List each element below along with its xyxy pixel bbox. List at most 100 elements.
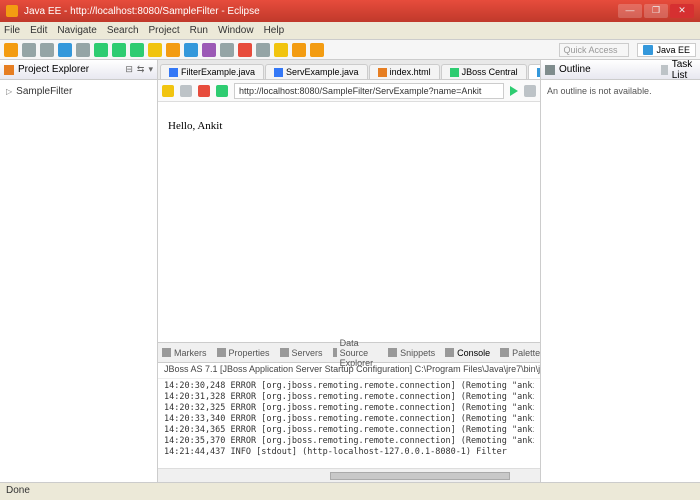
main-toolbar: Quick Access Java EE: [0, 40, 700, 60]
window-titlebar: Java EE - http://localhost:8080/SampleFi…: [0, 0, 700, 22]
tab-indexhtml[interactable]: index.html: [369, 64, 440, 79]
debug-icon[interactable]: [94, 43, 108, 57]
tool-icon[interactable]: [220, 43, 234, 57]
close-button[interactable]: ✕: [670, 4, 694, 18]
tool-icon[interactable]: [274, 43, 288, 57]
browser-stop-icon[interactable]: [198, 85, 210, 97]
browser-forward-icon[interactable]: [180, 85, 192, 97]
forward-nav-icon[interactable]: [310, 43, 324, 57]
quick-access-input[interactable]: Quick Access: [559, 43, 629, 57]
menu-file[interactable]: File: [4, 25, 20, 36]
page-text: Hello, Ankit: [168, 120, 222, 132]
tool-icon[interactable]: [184, 43, 198, 57]
tab-markers[interactable]: Markers: [162, 348, 207, 358]
menu-run[interactable]: Run: [190, 25, 208, 36]
menubar: File Edit Navigate Search Project Run Wi…: [0, 22, 700, 40]
tab-palette[interactable]: Palette: [500, 348, 540, 358]
tool-icon[interactable]: [76, 43, 90, 57]
bottom-tabs: Markers Properties Servers Data Source E…: [158, 343, 540, 363]
console-line: 14:21:44,437 INFO [stdout] (http-localho…: [164, 447, 534, 458]
tab-browser[interactable]: http://localho...: [528, 64, 540, 79]
console-line: 14:20:30,248 ERROR [org.jboss.remoting.r…: [164, 381, 534, 392]
jboss-icon: [450, 68, 459, 77]
run-icon[interactable]: [112, 43, 126, 57]
console-header: JBoss AS 7.1 [JBoss Application Server S…: [158, 363, 540, 379]
window-title: Java EE - http://localhost:8080/SampleFi…: [24, 6, 616, 17]
menu-edit[interactable]: Edit: [30, 25, 47, 36]
tree-item-label: SampleFilter: [16, 86, 72, 97]
tool-icon[interactable]: [166, 43, 180, 57]
markers-icon: [162, 348, 171, 357]
save-icon[interactable]: [22, 43, 36, 57]
tool-icon[interactable]: [148, 43, 162, 57]
maximize-button[interactable]: ❐: [644, 4, 668, 18]
menu-help[interactable]: Help: [264, 25, 285, 36]
browser-back-icon[interactable]: [162, 85, 174, 97]
tool-icon[interactable]: [58, 43, 72, 57]
tab-filterexample[interactable]: FilterExample.java: [160, 64, 264, 79]
eclipse-icon: [6, 5, 18, 17]
tab-label: index.html: [390, 67, 431, 77]
outline-title: Outline: [559, 64, 591, 75]
tool-icon[interactable]: [202, 43, 216, 57]
browser-refresh-icon[interactable]: [216, 85, 228, 97]
console-output[interactable]: 14:20:30,248 ERROR [org.jboss.remoting.r…: [158, 379, 540, 468]
perspective-icon: [643, 45, 653, 55]
tasklist-icon: [661, 65, 667, 75]
view-menu-icon[interactable]: ▾: [148, 64, 153, 75]
outline-header: Outline Task List: [541, 60, 700, 80]
java-file-icon: [169, 68, 178, 77]
bottom-panel: Markers Properties Servers Data Source E…: [158, 342, 540, 482]
back-nav-icon[interactable]: [292, 43, 306, 57]
console-line: 14:20:34,365 ERROR [org.jboss.remoting.r…: [164, 425, 534, 436]
project-tree: SampleFilter: [0, 80, 157, 103]
menu-search[interactable]: Search: [107, 25, 139, 36]
browser-content: Hello, Ankit: [158, 102, 540, 342]
tree-item-samplefilter[interactable]: SampleFilter: [6, 84, 151, 99]
perspective-label: Java EE: [656, 45, 690, 55]
menu-navigate[interactable]: Navigate: [57, 25, 96, 36]
menu-project[interactable]: Project: [149, 25, 180, 36]
editor-area: FilterExample.java ServExample.java inde…: [158, 60, 540, 482]
right-pane: Outline Task List An outline is not avai…: [540, 60, 700, 482]
tab-console[interactable]: Console: [445, 348, 490, 358]
workbench: Project Explorer ⊟ ⇆▾ SampleFilter Filter…: [0, 60, 700, 482]
save-all-icon[interactable]: [40, 43, 54, 57]
browser-menu-icon[interactable]: [524, 85, 536, 97]
tab-label: JBoss Central: [462, 67, 518, 77]
tab-servers[interactable]: Servers: [280, 348, 323, 358]
datasource-icon: [333, 348, 337, 357]
console-line: 14:20:31,328 ERROR [org.jboss.remoting.r…: [164, 392, 534, 403]
tab-jbosscentral[interactable]: JBoss Central: [441, 64, 527, 79]
outline-body: An outline is not available.: [541, 80, 700, 102]
link-editor-icon[interactable]: ⇆: [137, 64, 145, 75]
horizontal-scrollbar[interactable]: [158, 468, 540, 482]
project-explorer-icon: [4, 65, 14, 75]
tool-icon[interactable]: [256, 43, 270, 57]
run-last-icon[interactable]: [130, 43, 144, 57]
properties-icon: [217, 348, 226, 357]
tab-properties[interactable]: Properties: [217, 348, 270, 358]
project-explorer-header: Project Explorer ⊟ ⇆▾: [0, 60, 157, 80]
snippets-icon: [388, 348, 397, 357]
perspective-switcher[interactable]: Java EE: [637, 43, 696, 57]
servers-icon: [280, 348, 289, 357]
collapse-all-icon[interactable]: ⊟: [125, 64, 133, 75]
tab-label: ServExample.java: [286, 67, 359, 77]
go-icon[interactable]: [510, 86, 518, 96]
url-input[interactable]: http://localhost:8080/SampleFilter/ServE…: [234, 83, 504, 99]
console-line: 14:20:32,325 ERROR [org.jboss.remoting.r…: [164, 403, 534, 414]
tab-snippets[interactable]: Snippets: [388, 348, 435, 358]
left-pane: Project Explorer ⊟ ⇆▾ SampleFilter: [0, 60, 158, 482]
tab-servexample[interactable]: ServExample.java: [265, 64, 368, 79]
palette-icon: [500, 348, 509, 357]
new-icon[interactable]: [4, 43, 18, 57]
tasklist-title[interactable]: Task List: [672, 60, 696, 81]
java-file-icon: [274, 68, 283, 77]
minimize-button[interactable]: —: [618, 4, 642, 18]
scrollbar-thumb[interactable]: [330, 472, 510, 480]
menu-window[interactable]: Window: [218, 25, 254, 36]
project-explorer-title: Project Explorer: [18, 64, 89, 75]
stop-icon[interactable]: [238, 43, 252, 57]
outline-icon: [545, 65, 555, 75]
